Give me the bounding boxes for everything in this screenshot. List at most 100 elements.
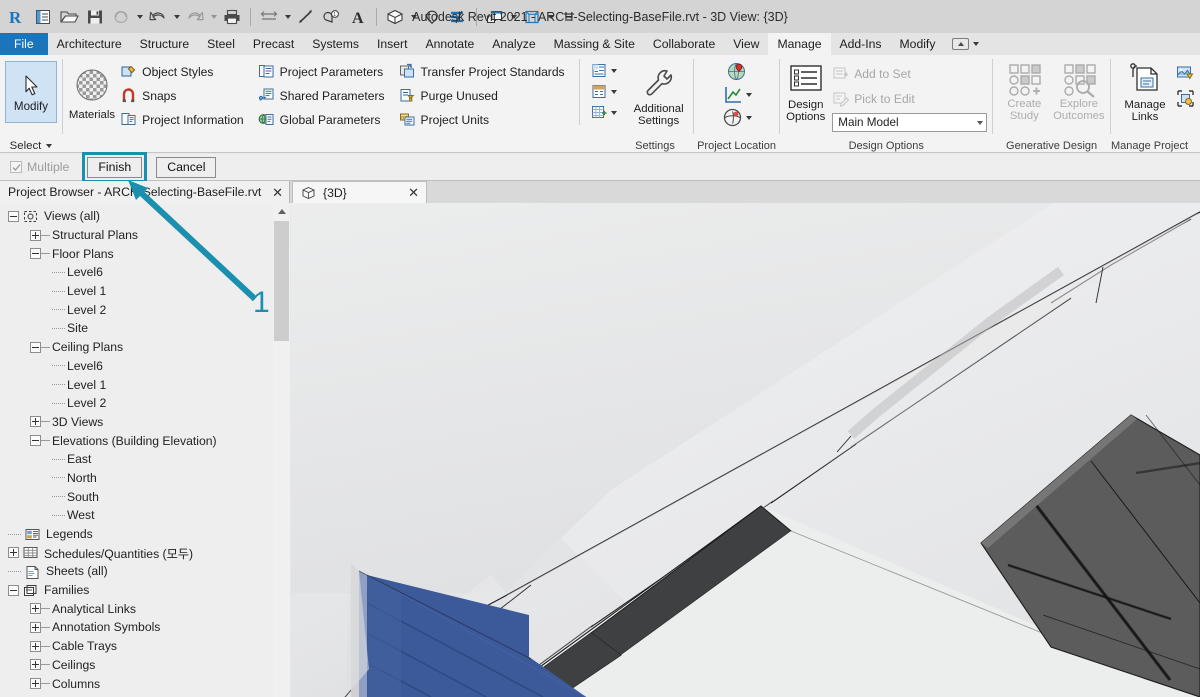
materials-button[interactable]: Materials: [68, 59, 116, 121]
tree-node[interactable]: Legends: [0, 525, 272, 544]
tree-collapse-toggle[interactable]: [30, 342, 41, 353]
tree-collapse-toggle[interactable]: [30, 248, 41, 259]
tree-expand-toggle[interactable]: [30, 622, 41, 633]
mep-settings-button[interactable]: [591, 83, 617, 100]
view-tab-close-icon[interactable]: ✕: [408, 186, 419, 199]
tree-node[interactable]: East: [0, 450, 272, 469]
structural-settings-dropdown-arrow-icon[interactable]: [611, 69, 617, 73]
tab-systems[interactable]: Systems: [303, 33, 368, 55]
ribbon-minimize-dropdown-arrow-icon[interactable]: [973, 42, 979, 46]
close-hidden-windows-dropdown-arrow-icon[interactable]: [508, 4, 519, 30]
ribbon-minimize-icon[interactable]: [952, 38, 969, 50]
close-hidden-windows-icon[interactable]: [482, 4, 508, 30]
redo-icon[interactable]: [182, 4, 208, 30]
project-browser-tree[interactable]: Views (all)Structural PlansFloor PlansLe…: [0, 207, 272, 697]
tab-file[interactable]: File: [0, 33, 48, 55]
multiple-checkbox-row[interactable]: Multiple: [10, 160, 69, 174]
customize-qat-icon[interactable]: [556, 4, 582, 30]
panel-schedule-templates-button[interactable]: [591, 104, 617, 121]
project-information-button[interactable]: Project Information: [120, 109, 244, 130]
global-parameters-button[interactable]: Global Parameters: [258, 109, 385, 130]
project-browser-close-icon[interactable]: ✕: [272, 186, 283, 199]
text-icon[interactable]: A: [345, 4, 371, 30]
tree-node[interactable]: Level 2: [0, 300, 272, 319]
tree-node[interactable]: Elevations (Building Elevation): [0, 431, 272, 450]
tab-analyze[interactable]: Analyze: [483, 33, 544, 55]
tab-architecture[interactable]: Architecture: [48, 33, 131, 55]
decal-types-button[interactable]: [1176, 89, 1195, 108]
tree-expand-toggle[interactable]: [8, 547, 19, 558]
save-icon[interactable]: [82, 4, 108, 30]
tree-node[interactable]: Floor Plans: [0, 244, 272, 263]
tree-node[interactable]: Level 1: [0, 375, 272, 394]
panel-schedule-templates-dropdown-arrow-icon[interactable]: [611, 111, 617, 115]
view-tab-3d[interactable]: {3D} ✕: [292, 181, 427, 203]
revit-logo-icon[interactable]: R: [4, 4, 30, 30]
structural-settings-button[interactable]: [591, 62, 617, 79]
select-dropdown-arrow-icon[interactable]: [46, 144, 52, 148]
default-3d-view-icon[interactable]: [382, 4, 408, 30]
position-dropdown-arrow-icon[interactable]: [746, 116, 752, 120]
tab-massing-site[interactable]: Massing & Site: [545, 33, 644, 55]
create-study-button[interactable]: Create Study: [998, 62, 1051, 122]
tab-modify[interactable]: Modify: [891, 33, 945, 55]
tree-collapse-toggle[interactable]: [8, 211, 19, 222]
new-project-icon[interactable]: [30, 4, 56, 30]
finish-button[interactable]: Finish: [87, 157, 142, 178]
scroll-up-arrow-icon[interactable]: [273, 203, 290, 220]
project-parameters-button[interactable]: Project Parameters: [258, 61, 385, 82]
transfer-project-standards-button[interactable]: Transfer Project Standards: [399, 61, 565, 82]
tree-collapse-toggle[interactable]: [30, 435, 41, 446]
tree-node[interactable]: Site: [0, 319, 272, 338]
tree-node[interactable]: Views (all): [0, 207, 272, 226]
panel-select-title[interactable]: Select: [0, 138, 62, 153]
switch-windows-icon[interactable]: [519, 4, 545, 30]
save-as-cloud-icon[interactable]: [108, 4, 134, 30]
project-browser-tab[interactable]: Project Browser - ARCH-Selecting-BaseFil…: [0, 181, 290, 203]
tree-expand-toggle[interactable]: [30, 659, 41, 670]
quick-access-toolbar[interactable]: R: [0, 4, 582, 30]
tree-expand-toggle[interactable]: [30, 416, 41, 427]
tab-annotate[interactable]: Annotate: [416, 33, 483, 55]
tree-expand-toggle[interactable]: [30, 641, 41, 652]
modify-button[interactable]: Modify: [5, 61, 57, 123]
tab-insert[interactable]: Insert: [368, 33, 416, 55]
coordinates-dropdown-arrow-icon[interactable]: [746, 93, 752, 97]
tree-expand-toggle[interactable]: [30, 230, 41, 241]
project-browser-scrollbar[interactable]: [273, 203, 290, 697]
design-option-select[interactable]: Main Model: [832, 113, 987, 132]
tab-steel[interactable]: Steel: [198, 33, 244, 55]
print-icon[interactable]: [219, 4, 245, 30]
project-browser-panel[interactable]: Views (all)Structural PlansFloor PlansLe…: [0, 203, 290, 697]
design-option-select-arrow-icon[interactable]: [977, 121, 983, 125]
tree-node[interactable]: Level6: [0, 263, 272, 282]
redo-dropdown-arrow-icon[interactable]: [208, 4, 219, 30]
mep-settings-dropdown-arrow-icon[interactable]: [611, 90, 617, 94]
snaps-button[interactable]: Snaps: [120, 85, 244, 106]
add-to-set-button[interactable]: Add to Set: [832, 63, 987, 84]
tree-node[interactable]: Ceiling Plans: [0, 338, 272, 357]
manage-links-button[interactable]: Manage Links: [1116, 61, 1174, 123]
purge-unused-button[interactable]: Purge Unused: [399, 85, 565, 106]
tab-add-ins[interactable]: Add-Ins: [831, 33, 891, 55]
tree-node[interactable]: North: [0, 469, 272, 488]
thin-lines-icon[interactable]: [445, 4, 471, 30]
tab-structure[interactable]: Structure: [131, 33, 198, 55]
tree-node[interactable]: Level 2: [0, 394, 272, 413]
manage-images-button[interactable]: [1176, 64, 1195, 83]
tag-icon[interactable]: 1: [319, 4, 345, 30]
tree-node[interactable]: Annotation Symbols: [0, 618, 272, 637]
object-styles-button[interactable]: Object Styles: [120, 61, 244, 82]
tree-node[interactable]: Sheets (all): [0, 562, 272, 581]
measure-icon[interactable]: [256, 4, 282, 30]
tab-view[interactable]: View: [724, 33, 768, 55]
additional-settings-button[interactable]: Additional Settings: [629, 59, 688, 127]
section-icon[interactable]: [419, 4, 445, 30]
scrollbar-thumb[interactable]: [274, 221, 289, 341]
tree-node[interactable]: Analytical Links: [0, 599, 272, 618]
tab-precast[interactable]: Precast: [244, 33, 303, 55]
tree-collapse-toggle[interactable]: [8, 585, 19, 596]
measure-dropdown-arrow-icon[interactable]: [282, 4, 293, 30]
tree-node[interactable]: South: [0, 487, 272, 506]
tree-node[interactable]: Level 1: [0, 282, 272, 301]
